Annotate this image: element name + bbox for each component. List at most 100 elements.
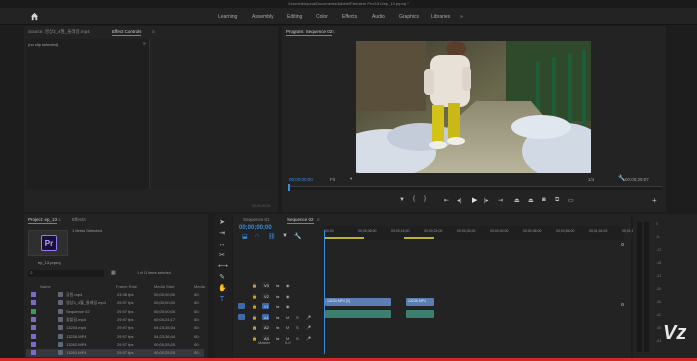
solo-icon[interactable]: S — [296, 315, 299, 320]
source-patch-button[interactable] — [238, 313, 245, 320]
slip-tool-icon[interactable]: ⟷ — [218, 263, 228, 271]
timeline-menu-icon[interactable]: ≡ — [317, 217, 320, 222]
voice-over-mic-icon[interactable]: 🎤 — [306, 315, 311, 320]
col-media[interactable]: Media — [194, 284, 205, 289]
source-patch-button[interactable] — [238, 293, 245, 299]
toggle-output-icon[interactable]: M — [286, 315, 289, 320]
solo-icon[interactable]: S — [296, 336, 299, 341]
source-patch-button[interactable] — [238, 335, 245, 341]
label-color-swatch[interactable] — [31, 300, 36, 306]
button-editor-plus-icon[interactable]: + — [652, 196, 657, 205]
workspace-libraries[interactable]: Libraries — [431, 14, 450, 20]
toggle-output-icon[interactable]: M — [286, 325, 289, 330]
tab-sequence-02[interactable]: Sequence 02 — [287, 217, 314, 224]
label-color-swatch[interactable] — [31, 292, 36, 297]
project-list-item[interactable]: 공원.mp4 23.98 fps 00;00;00;00 00: — [26, 291, 204, 299]
project-list-item[interactable]: 13236.MP4 29.97 fps 04;23;36;44 00: — [26, 333, 204, 341]
lock-icon[interactable]: 🔒 — [252, 283, 257, 288]
add-marker-icon[interactable]: ▼ — [399, 197, 405, 203]
workspace-audio[interactable]: Audio — [372, 14, 385, 20]
col-media-start[interactable]: Media Start — [154, 284, 174, 289]
project-search-input[interactable] — [28, 270, 104, 277]
lock-icon[interactable]: 🔒 — [252, 325, 257, 330]
voice-over-mic-icon[interactable]: 🎤 — [306, 325, 311, 330]
timeline-timecode[interactable]: 00;00;00;00 — [239, 225, 272, 231]
sync-lock-icon[interactable]: ⇆ — [276, 336, 279, 341]
hand-tool-icon[interactable]: ✋ — [218, 285, 227, 293]
toggle-output-icon[interactable]: ◉ — [286, 283, 290, 288]
timeline-playhead[interactable] — [324, 230, 325, 354]
source-patch-button[interactable] — [238, 324, 245, 330]
workspace-color[interactable]: Color — [316, 14, 328, 20]
razor-tool-icon[interactable]: ✂ — [218, 252, 226, 260]
program-timecode[interactable]: 00;00;00;00 — [289, 177, 313, 182]
workspace-editing[interactable]: Editing — [287, 14, 302, 20]
label-color-swatch[interactable] — [31, 333, 36, 339]
snap-icon[interactable]: ∩ — [255, 233, 259, 239]
lock-icon[interactable]: 🔒 — [252, 315, 257, 320]
sync-lock-icon[interactable]: ⇆ — [276, 283, 279, 288]
comparison-view-icon[interactable]: ⧉ — [555, 197, 559, 204]
insert-sequence-icon[interactable]: ⬓ — [242, 233, 248, 240]
step-back-icon[interactable]: ◂| — [457, 197, 462, 204]
workspace-assembly[interactable]: Assembly — [252, 14, 274, 20]
timeline-scroll[interactable] — [618, 243, 626, 355]
audio-clip-1[interactable] — [325, 310, 391, 318]
fit-dropdown[interactable]: Fit — [330, 177, 335, 182]
ripple-edit-tool-icon[interactable]: ↔ — [218, 241, 226, 249]
tab-project[interactable]: Project: ep_13 — [28, 217, 58, 224]
lock-icon[interactable]: 🔒 — [252, 304, 257, 309]
quality-dropdown[interactable]: 1/4 — [588, 177, 594, 182]
track-select-tool-icon[interactable]: ⇥ — [218, 230, 226, 238]
panel-menu-icon[interactable]: ≡ — [152, 29, 155, 34]
sync-lock-icon[interactable]: ⇆ — [276, 304, 279, 309]
step-forward-icon[interactable]: |▸ — [484, 197, 489, 204]
sync-lock-icon[interactable]: ⇆ — [276, 315, 279, 320]
project-thumbnail[interactable]: Pr — [28, 230, 68, 256]
lock-icon[interactable]: 🔒 — [252, 294, 257, 299]
tab-effect-controls[interactable]: Effect Controls — [112, 29, 142, 36]
source-patch-button[interactable] — [238, 282, 245, 288]
pen-tool-icon[interactable]: ✎ — [218, 274, 226, 282]
workspace-effects[interactable]: Effects — [342, 14, 357, 20]
program-scrubber[interactable] — [288, 184, 662, 191]
go-to-out-icon[interactable]: ⇥ — [498, 197, 503, 204]
go-to-in-icon[interactable]: ⇤ — [444, 197, 449, 204]
label-color-swatch[interactable] — [31, 325, 36, 331]
new-bin-icon[interactable]: ▦ — [111, 270, 116, 276]
selection-tool-icon[interactable]: ➤ — [218, 219, 226, 227]
video-clip-1[interactable]: 13234.MP4 [V] — [325, 298, 391, 306]
project-list-item[interactable]: 13263.MP4 29.97 fps 00;00;25;20 00: — [26, 349, 204, 358]
label-color-swatch[interactable] — [31, 308, 36, 314]
workspace-graphics[interactable]: Graphics — [399, 14, 419, 20]
mark-out-icon[interactable]: } — [424, 196, 426, 202]
play-icon[interactable]: ▶ — [472, 196, 477, 204]
lift-icon[interactable]: ⏏ — [514, 197, 520, 204]
program-menu-icon[interactable]: ≡ — [332, 29, 335, 34]
project-list-item[interactable]: 영상3_4월_둘레길.mp4 29.97 fps 00;00;00;00 00: — [26, 299, 204, 307]
label-color-swatch[interactable] — [31, 316, 36, 322]
tab-sequence-01[interactable]: Sequence 01 — [243, 217, 270, 222]
export-frame-icon[interactable]: ◙ — [542, 197, 546, 203]
video-clip-2[interactable]: 13236.MP4 — [406, 298, 434, 306]
project-menu-icon[interactable]: ≡ — [58, 217, 61, 222]
vr-view-icon[interactable]: ▭ — [568, 197, 574, 204]
type-tool-icon[interactable]: T — [218, 296, 226, 304]
audio-clip-2[interactable] — [406, 310, 434, 318]
toggle-output-icon[interactable]: ◉ — [286, 304, 290, 309]
col-name[interactable]: Name — [40, 284, 51, 289]
timeline-settings-icon[interactable]: 🔧 — [294, 233, 301, 240]
project-list-item[interactable]: 꽃밭길.mp4 29.97 fps 00;04;24;17 00: — [26, 316, 204, 324]
voice-over-mic-icon[interactable]: 🎤 — [306, 336, 311, 341]
project-list-item[interactable]: 13262.MP4 29.97 fps 00;00;25;20 00: — [26, 341, 204, 349]
add-marker-timeline-icon[interactable]: ▼ — [282, 233, 288, 239]
workspace-learning[interactable]: Learning — [218, 14, 237, 20]
solo-icon[interactable]: S — [296, 325, 299, 330]
label-color-swatch[interactable] — [31, 350, 36, 356]
tab-effects[interactable]: Effects — [72, 217, 86, 222]
project-list-item[interactable]: Sequence 02 29.97 fps 00;00;00;00 00: — [26, 308, 204, 316]
linked-selection-icon[interactable]: ⛓ — [268, 233, 276, 240]
sync-lock-icon[interactable]: ⇆ — [276, 294, 279, 299]
col-frame-rate[interactable]: Frame Rate — [116, 284, 137, 289]
mark-in-icon[interactable]: { — [413, 196, 415, 202]
